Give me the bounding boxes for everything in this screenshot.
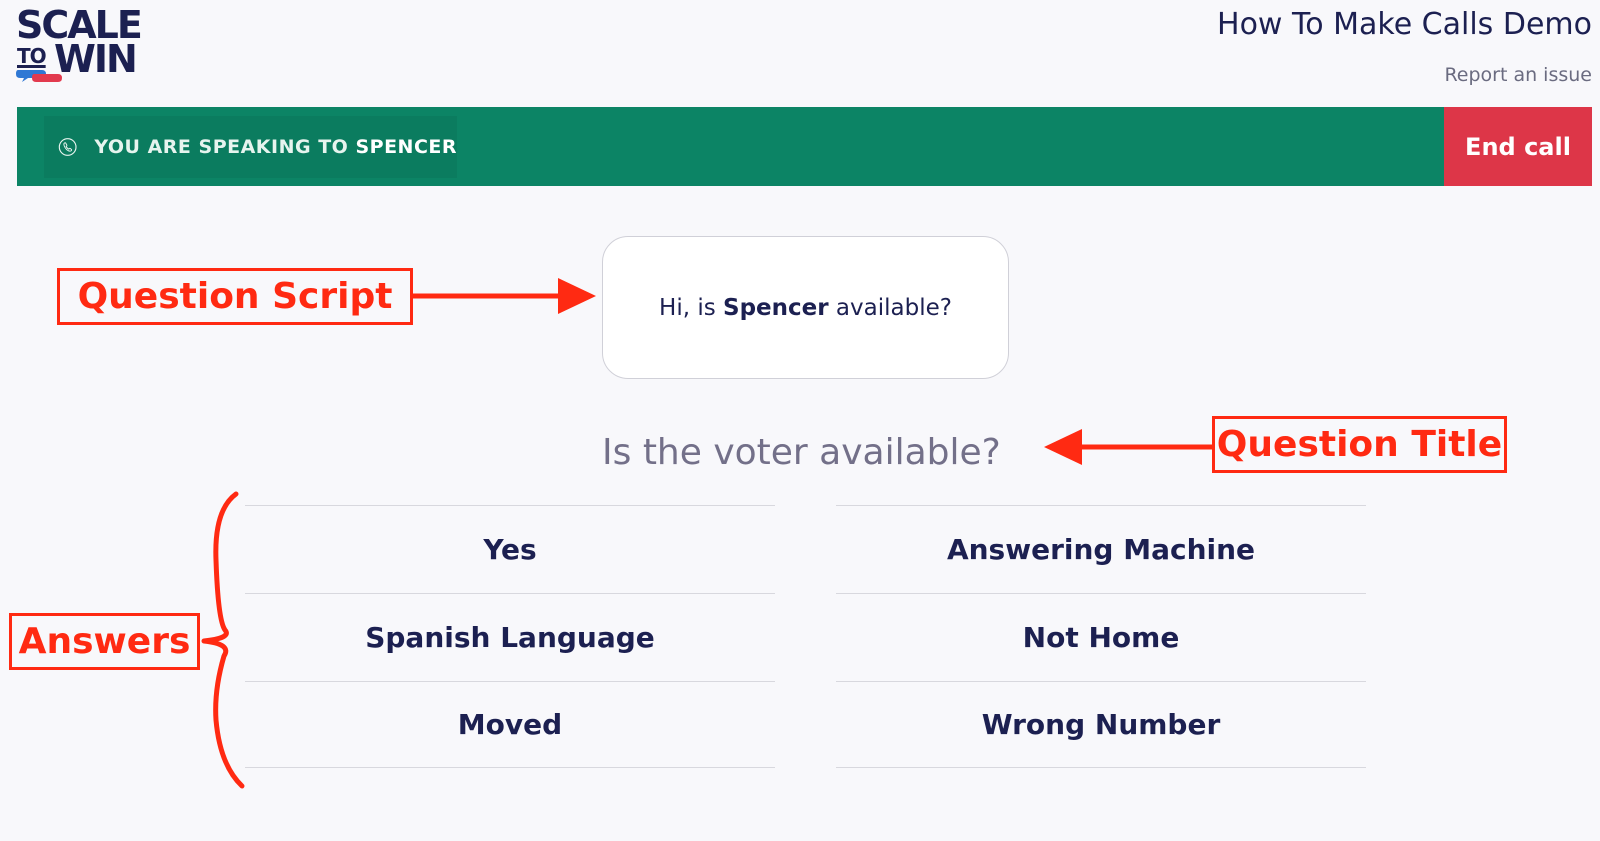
report-issue-link[interactable]: Report an issue <box>1444 64 1592 86</box>
script-arrow-head <box>558 278 596 314</box>
title-arrow-head <box>1044 429 1082 465</box>
answer-spanish-language-button[interactable]: Spanish Language <box>245 593 775 680</box>
call-page: SCALE TO WIN How To Make Calls Demo Repo… <box>0 0 1600 841</box>
campaign-title: How To Make Calls Demo <box>1217 7 1592 42</box>
answer-yes-button[interactable]: Yes <box>245 505 775 592</box>
answers-brace <box>201 491 245 789</box>
phone-icon <box>58 138 77 156</box>
end-call-button[interactable]: End call <box>1444 107 1592 186</box>
contact-name: SPENCER <box>355 136 457 158</box>
speaking-to-label: YOU ARE SPEAKING TO SPENCER <box>94 136 457 158</box>
answer-moved-button[interactable]: Moved <box>245 681 775 768</box>
question-title: Is the voter available? <box>602 432 1001 473</box>
script-prefix: Hi, is <box>659 294 716 321</box>
answer-wrong-number-button[interactable]: Wrong Number <box>836 681 1366 768</box>
script-suffix: available? <box>835 294 952 321</box>
annotation-answers: Answers <box>9 613 200 670</box>
logo-line-2b: WIN <box>54 37 138 81</box>
question-script-card: Hi, is Spencer available? <box>602 236 1009 379</box>
logo-speech-bubbles-icon <box>16 70 62 82</box>
active-call-bar: YOU ARE SPEAKING TO SPENCER End call <box>17 107 1592 186</box>
annotation-question-script: Question Script <box>57 268 413 325</box>
logo-line-2a: TO <box>17 44 47 68</box>
script-voter-name: Spencer <box>723 294 829 321</box>
speaking-to-prefix: YOU ARE SPEAKING TO <box>94 136 349 158</box>
scale-to-win-logo: SCALE TO WIN <box>16 6 146 84</box>
answer-not-home-button[interactable]: Not Home <box>836 593 1366 680</box>
annotation-question-title: Question Title <box>1212 416 1507 473</box>
speaking-to-indicator: YOU ARE SPEAKING TO SPENCER <box>44 116 457 178</box>
answer-answering-machine-button[interactable]: Answering Machine <box>836 505 1366 592</box>
